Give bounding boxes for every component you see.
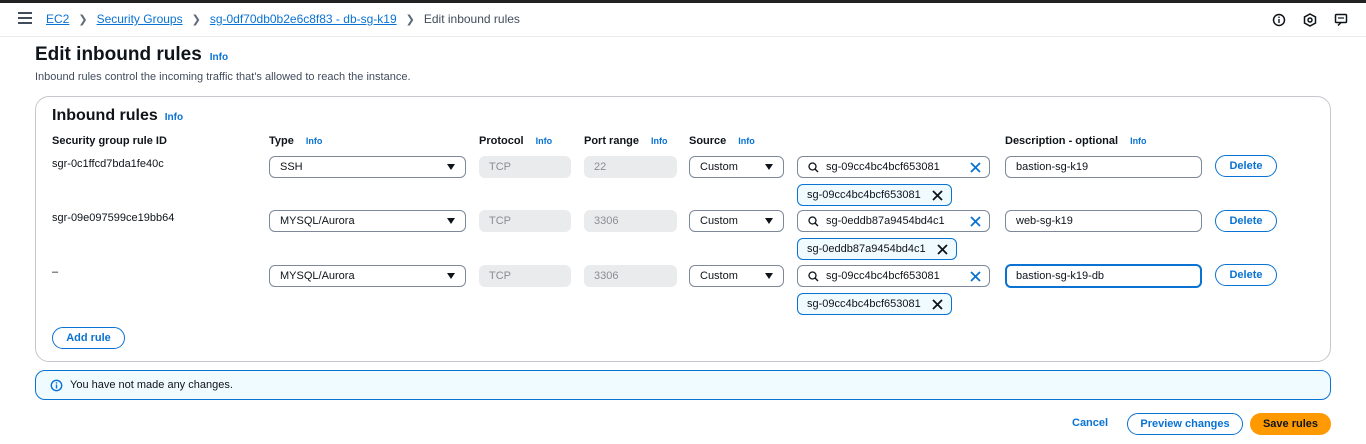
type-select[interactable]: SSH	[269, 156, 466, 178]
rule-id: –	[52, 266, 59, 278]
protocol-field: TCP	[479, 210, 571, 232]
column-port-range: Port range Info	[584, 135, 668, 147]
preview-changes-button[interactable]: Preview changes	[1127, 413, 1243, 435]
protocol-info-link[interactable]: Info	[536, 136, 553, 146]
delete-button[interactable]: Delete	[1215, 210, 1277, 232]
search-icon	[808, 216, 819, 227]
page-title-info-link[interactable]: Info	[210, 52, 228, 63]
info-alert: You have not made any changes.	[35, 370, 1331, 400]
column-type: Type Info	[269, 135, 323, 147]
source-token: sg-09cc4bc4bcf653081	[797, 184, 952, 206]
page-subtitle: Inbound rules control the incoming traff…	[35, 71, 411, 83]
rule-id: sgr-0c1ffcd7bda1fe40c	[52, 158, 164, 170]
port-range-info-link[interactable]: Info	[651, 136, 668, 146]
port-range-field: 22	[584, 156, 677, 178]
description-info-link[interactable]: Info	[1130, 136, 1147, 146]
chevron-right-icon: ❯	[191, 13, 201, 26]
search-icon	[808, 162, 819, 173]
inbound-rules-panel: Inbound rules Info Security group rule I…	[35, 96, 1331, 362]
source-search-input[interactable]: sg-09cc4bc4bcf653081	[797, 156, 990, 178]
remove-token-icon[interactable]	[931, 189, 944, 202]
breadcrumb-ec2[interactable]: EC2	[46, 12, 69, 26]
page-title: Edit inbound rules	[35, 44, 202, 65]
protocol-field: TCP	[479, 265, 571, 287]
column-rule-id: Security group rule ID	[52, 135, 167, 147]
column-source: Source Info	[689, 135, 755, 147]
protocol-field: TCP	[479, 156, 571, 178]
breadcrumb-security-groups[interactable]: Security Groups	[97, 12, 183, 26]
description-input[interactable]: bastion-sg-k19	[1005, 156, 1202, 178]
source-search-input[interactable]: sg-0eddb87a9454bd4c1	[797, 210, 990, 232]
settings-icon[interactable]	[1302, 12, 1317, 27]
source-search-input[interactable]: sg-09cc4bc4bcf653081	[797, 265, 990, 287]
column-protocol: Protocol Info	[479, 135, 553, 147]
chevron-right-icon: ❯	[405, 13, 415, 26]
column-description: Description - optional Info	[1005, 135, 1147, 147]
breadcrumb-current: Edit inbound rules	[423, 12, 520, 26]
delete-button[interactable]: Delete	[1215, 155, 1277, 177]
description-input[interactable]: bastion-sg-k19-db	[1005, 264, 1202, 288]
info-circle-icon[interactable]	[1271, 12, 1286, 27]
cancel-button[interactable]: Cancel	[1072, 417, 1108, 429]
add-rule-button[interactable]: Add rule	[52, 327, 125, 349]
source-select[interactable]: Custom	[689, 265, 784, 287]
caret-down-icon	[765, 164, 773, 170]
remove-token-icon[interactable]	[936, 243, 949, 256]
description-input[interactable]: web-sg-k19	[1005, 210, 1202, 232]
caret-down-icon	[765, 273, 773, 279]
delete-button[interactable]: Delete	[1215, 264, 1277, 286]
chevron-right-icon: ❯	[78, 13, 88, 26]
menu-icon[interactable]	[18, 12, 32, 24]
source-select[interactable]: Custom	[689, 210, 784, 232]
remove-token-icon[interactable]	[931, 298, 944, 311]
port-range-field: 3306	[584, 210, 677, 232]
clear-icon[interactable]	[969, 161, 982, 174]
type-select[interactable]: MYSQL/Aurora	[269, 265, 466, 287]
clear-icon[interactable]	[969, 215, 982, 228]
type-info-link[interactable]: Info	[306, 136, 323, 146]
top-navigation: EC2 ❯ Security Groups ❯ sg-0df70db0b2e6c…	[0, 3, 1366, 37]
caret-down-icon	[447, 164, 455, 170]
clear-icon[interactable]	[969, 270, 982, 283]
panel-info-link[interactable]: Info	[165, 112, 183, 123]
source-info-link[interactable]: Info	[738, 136, 755, 146]
source-token: sg-09cc4bc4bcf653081	[797, 293, 952, 315]
save-rules-button[interactable]: Save rules	[1250, 413, 1331, 435]
port-range-field: 3306	[584, 265, 677, 287]
type-select[interactable]: MYSQL/Aurora	[269, 210, 466, 232]
feedback-icon[interactable]	[1333, 12, 1348, 27]
panel-title: Inbound rules	[52, 107, 158, 124]
source-token: sg-0eddb87a9454bd4c1	[797, 238, 957, 260]
source-select[interactable]: Custom	[689, 156, 784, 178]
caret-down-icon	[447, 218, 455, 224]
alert-text: You have not made any changes.	[70, 379, 233, 391]
rule-id: sgr-09e097599ce19bb64	[52, 212, 175, 224]
breadcrumb-security-group[interactable]: sg-0df70db0b2e6c8f83 - db-sg-k19	[210, 12, 397, 26]
info-circle-icon	[50, 379, 63, 391]
breadcrumb: EC2 ❯ Security Groups ❯ sg-0df70db0b2e6c…	[46, 12, 520, 26]
caret-down-icon	[765, 218, 773, 224]
search-icon	[808, 271, 819, 282]
caret-down-icon	[447, 273, 455, 279]
